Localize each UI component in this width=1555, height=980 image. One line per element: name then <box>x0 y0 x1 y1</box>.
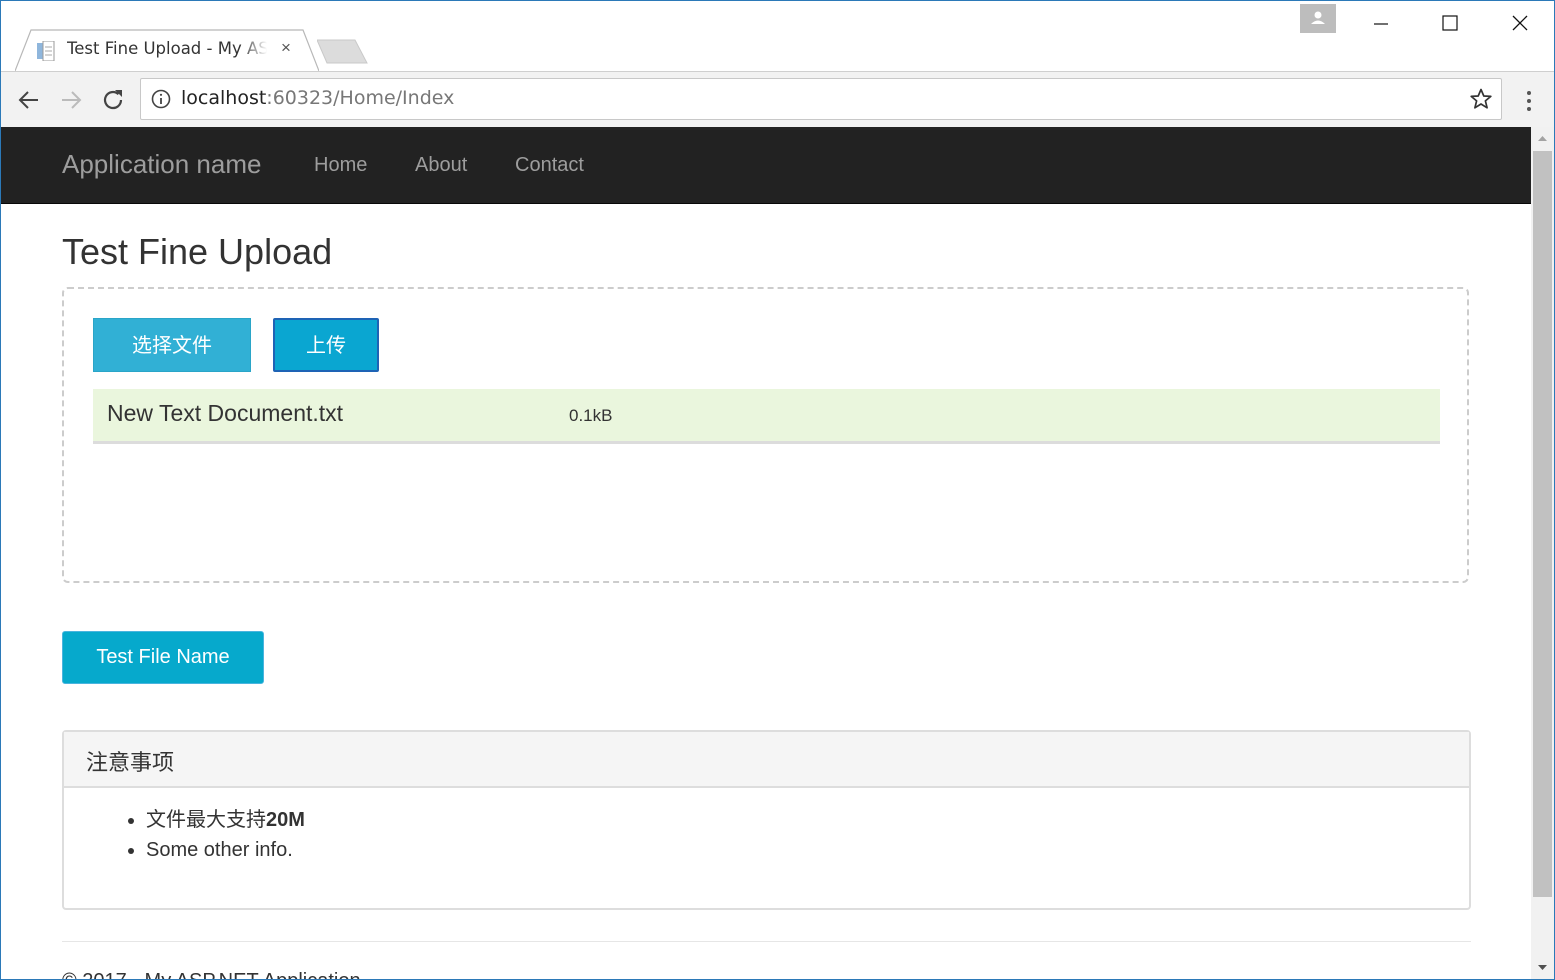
upload-button[interactable]: 上传 <box>273 318 379 372</box>
list-item: Some other info. <box>146 835 305 865</box>
footer-copyright: © 2017 - My ASP.NET Application <box>62 970 361 979</box>
url-host: localhost <box>181 87 267 109</box>
page-viewport: Application name Home About Contact Test… <box>1 127 1531 979</box>
tab-close-icon[interactable]: × <box>277 37 295 59</box>
forward-arrow-icon[interactable] <box>57 86 85 114</box>
minimize-icon[interactable] <box>1363 7 1399 39</box>
scroll-down-arrow-icon[interactable] <box>1531 957 1554 979</box>
new-tab-button[interactable] <box>317 39 369 65</box>
close-icon[interactable] <box>1502 7 1538 39</box>
footer-divider <box>62 941 1471 942</box>
site-info-icon[interactable] <box>151 89 171 109</box>
select-file-button[interactable]: 选择文件 <box>93 318 251 372</box>
file-name: New Text Document.txt <box>107 400 344 426</box>
page-scrollbar[interactable] <box>1531 127 1554 979</box>
browser-menu-icon[interactable] <box>1519 88 1539 114</box>
notice-item-text: 文件最大支持 <box>146 807 266 831</box>
notice-item-strong: 20M <box>266 809 305 831</box>
bookmark-star-icon[interactable] <box>1469 87 1493 111</box>
tab-active[interactable]: Test Fine Upload - My ASP.NET Applicatio… <box>15 29 319 71</box>
scroll-up-arrow-icon[interactable] <box>1531 127 1554 149</box>
file-list-item: New Text Document.txt 0.1kB <box>93 389 1440 444</box>
scrollbar-thumb[interactable] <box>1533 151 1552 897</box>
notice-panel: 注意事项 文件最大支持20M Some other info. <box>62 730 1471 910</box>
profile-avatar-icon[interactable] <box>1300 4 1336 33</box>
page-title: Test Fine Upload <box>62 231 333 272</box>
nav-link-contact[interactable]: Contact <box>515 154 584 177</box>
url-path: :60323/Home/Index <box>266 87 455 109</box>
list-item: 文件最大支持20M <box>146 804 305 835</box>
nav-link-about[interactable]: About <box>415 154 467 177</box>
notice-list: 文件最大支持20M Some other info. <box>106 804 305 865</box>
nav-link-home[interactable]: Home <box>314 154 367 177</box>
tab-strip: Test Fine Upload - My ASP.NET Applicatio… <box>1 1 1554 71</box>
navbar-brand[interactable]: Application name <box>62 149 261 180</box>
notice-item-text: Some other info. <box>146 839 293 861</box>
address-bar[interactable]: localhost:60323/Home/Index <box>140 78 1502 120</box>
tab-title: Test Fine Upload - My ASP.NET Applicatio… <box>67 39 267 58</box>
upload-dropzone[interactable]: 选择文件 上传 New Text Document.txt 0.1kB <box>62 287 1469 583</box>
file-size: 0.1kB <box>569 406 613 425</box>
site-navbar: Application name Home About Contact <box>1 127 1531 204</box>
url-text[interactable]: localhost:60323/Home/Index <box>181 87 454 109</box>
page-favicon-icon <box>37 41 55 61</box>
panel-title: 注意事项 <box>86 751 175 776</box>
browser-toolbar: localhost:60323/Home/Index <box>1 71 1554 128</box>
test-file-name-button[interactable]: Test File Name <box>62 631 264 684</box>
browser-window: Test Fine Upload - My ASP.NET Applicatio… <box>0 0 1555 980</box>
panel-heading: 注意事项 <box>64 732 1469 788</box>
maximize-icon[interactable] <box>1432 7 1468 39</box>
reload-icon[interactable] <box>99 86 127 114</box>
back-arrow-icon[interactable] <box>15 86 43 114</box>
